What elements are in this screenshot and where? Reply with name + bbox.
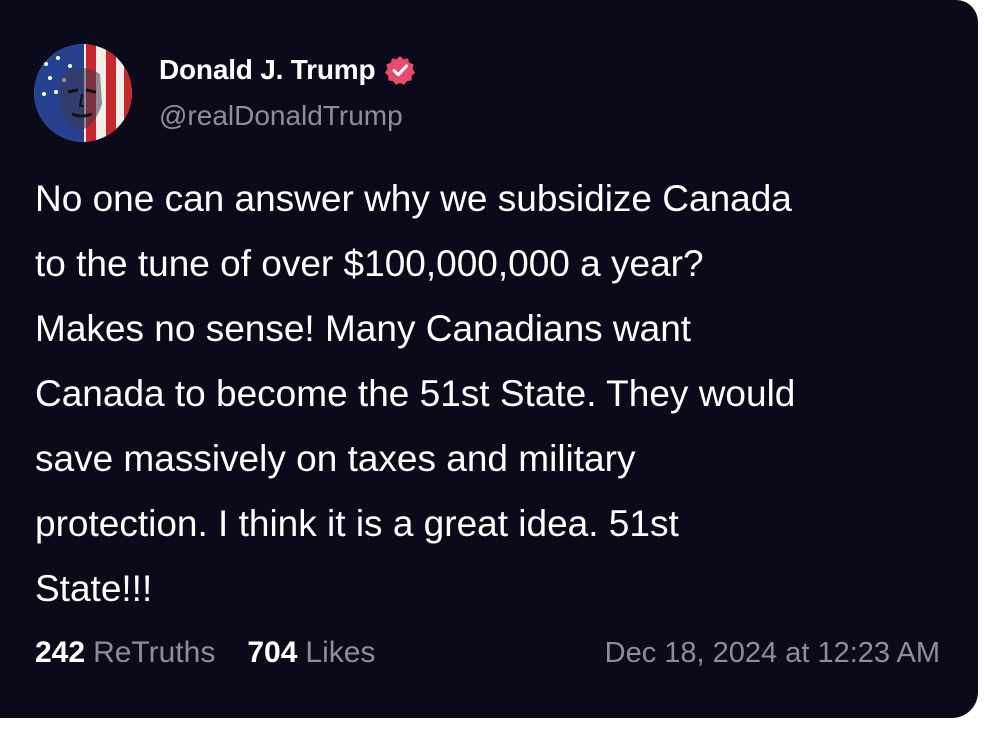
retruths-stat[interactable]: 242 ReTruths <box>35 636 215 670</box>
likes-stat[interactable]: 704 Likes <box>247 636 375 670</box>
likes-count: 704 <box>247 636 298 669</box>
post-footer: 242 ReTruths 704 Likes Dec 18, 2024 at 1… <box>35 636 940 670</box>
post-timestamp[interactable]: Dec 18, 2024 at 12:23 AM <box>605 637 940 670</box>
author-names: Donald J. Trump @realDonaldTrump <box>159 54 416 132</box>
author-handle[interactable]: @realDonaldTrump <box>159 100 415 132</box>
retruths-count: 242 <box>35 636 86 669</box>
verified-badge-icon <box>385 55 416 85</box>
post-body-text: No one can answer why we subsidize Canad… <box>35 178 796 609</box>
likes-label: Likes <box>305 636 376 669</box>
post-header: Donald J. Trump @realDonaldTrump <box>34 44 416 142</box>
avatar[interactable] <box>34 44 132 142</box>
retruths-label: ReTruths <box>93 636 216 669</box>
flag-portrait-avatar-icon <box>34 44 132 142</box>
name-row: Donald J. Trump <box>159 54 416 86</box>
author-display-name[interactable]: Donald J. Trump <box>159 54 376 86</box>
post-card: Donald J. Trump @realDonaldTrump No one … <box>0 0 978 718</box>
